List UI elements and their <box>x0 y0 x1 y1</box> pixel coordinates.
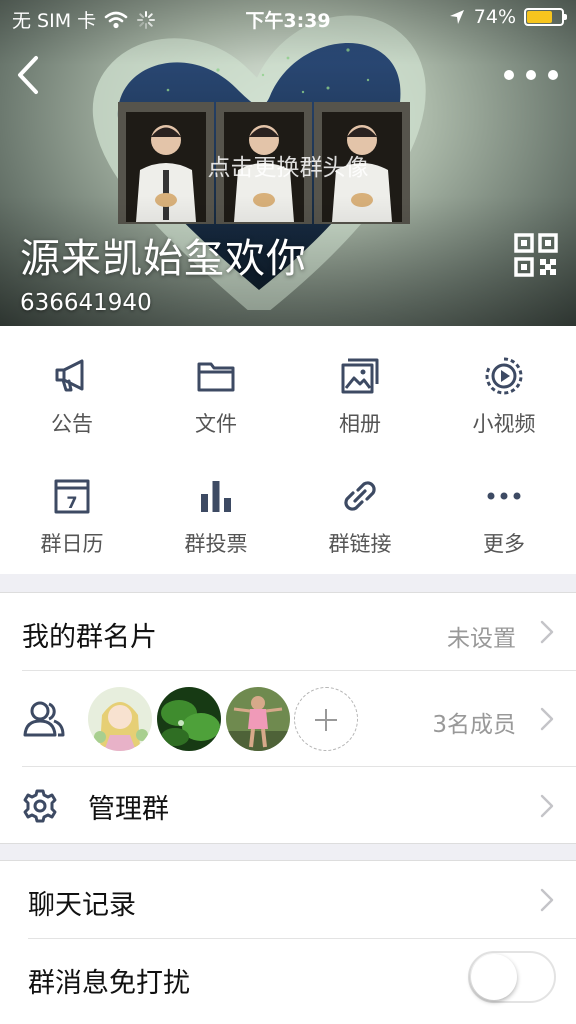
feature-short-video[interactable]: 小视频 <box>432 330 576 450</box>
bar-chart-icon <box>201 481 231 512</box>
group-settings-section: 我的群名片 未设置 3名成员 管理群 <box>0 592 576 844</box>
battery-level <box>527 11 553 23</box>
more-icon[interactable] <box>504 60 558 90</box>
change-avatar-hint[interactable]: 点击更换群头像 <box>0 148 576 182</box>
group-name[interactable]: 源来凯始玺欢你 <box>20 226 307 284</box>
battery-percent: 74% <box>473 6 516 28</box>
manage-group-row[interactable]: 管理群 <box>0 767 576 845</box>
feature-label: 群日历 <box>40 532 104 556</box>
manage-group-title: 管理群 <box>88 794 169 825</box>
feature-link[interactable]: 群链接 <box>288 450 432 570</box>
battery-icon <box>524 8 567 26</box>
calendar-icon: 7 <box>54 479 90 514</box>
feature-label: 公告 <box>51 412 93 436</box>
back-arrow-icon[interactable] <box>10 52 50 98</box>
member-avatar[interactable] <box>226 687 290 751</box>
feature-label: 小视频 <box>472 412 536 436</box>
feature-label: 更多 <box>483 532 525 556</box>
chevron-right-icon <box>540 794 554 818</box>
mute-toggle[interactable] <box>468 951 556 1003</box>
feature-calendar[interactable]: 7 群日历 <box>0 450 144 570</box>
photo-album-icon <box>341 358 379 394</box>
qr-code-icon[interactable] <box>514 233 558 277</box>
add-member-button[interactable] <box>294 687 358 751</box>
members-icon <box>23 701 65 737</box>
megaphone-icon <box>55 359 84 392</box>
svg-text:7: 7 <box>66 493 77 512</box>
feature-label: 群链接 <box>328 532 392 556</box>
mute-title: 群消息免打扰 <box>28 968 190 999</box>
status-bar: 无 SIM 卡 下午3:39 74% <box>0 0 576 38</box>
chevron-right-icon <box>540 888 554 912</box>
member-avatar[interactable] <box>88 687 152 751</box>
mute-row: 群消息免打扰 <box>0 939 576 1019</box>
feature-vote[interactable]: 群投票 <box>144 450 288 570</box>
feature-grid: 公告 文件 相册 小视频 7 群日历 群投票 群链接 更多 <box>0 326 576 574</box>
group-header[interactable]: 无 SIM 卡 下午3:39 74% 点击更换群头像 源来凯始玺欢你 63664… <box>0 0 576 326</box>
member-avatar[interactable] <box>157 687 221 751</box>
folder-icon <box>197 362 235 392</box>
feature-files[interactable]: 文件 <box>144 330 288 450</box>
chat-history-row[interactable]: 聊天记录 <box>0 861 576 939</box>
chevron-right-icon <box>540 620 554 644</box>
members-row[interactable]: 3名成员 <box>0 671 576 767</box>
location-arrow-icon <box>449 10 464 24</box>
feature-label: 群投票 <box>184 532 248 556</box>
feature-album[interactable]: 相册 <box>288 330 432 450</box>
group-id: 636641940 <box>20 290 152 316</box>
feature-label: 文件 <box>195 412 237 436</box>
chat-history-title: 聊天记录 <box>28 890 136 921</box>
toggle-knob[interactable] <box>471 954 517 1000</box>
chat-settings-section: 聊天记录 群消息免打扰 <box>0 860 576 1024</box>
gear-icon <box>23 789 57 823</box>
more-dots-icon <box>487 492 521 500</box>
feature-more[interactable]: 更多 <box>432 450 576 570</box>
chevron-right-icon <box>540 707 554 731</box>
group-card-value: 未设置 <box>447 626 516 652</box>
link-icon <box>344 481 376 511</box>
group-card-title: 我的群名片 <box>22 622 157 653</box>
feature-label: 相册 <box>339 412 381 436</box>
member-count: 3名成员 <box>432 712 516 738</box>
group-card-row[interactable]: 我的群名片 未设置 <box>0 593 576 671</box>
feature-announcement[interactable]: 公告 <box>0 330 144 450</box>
video-icon <box>485 357 523 395</box>
